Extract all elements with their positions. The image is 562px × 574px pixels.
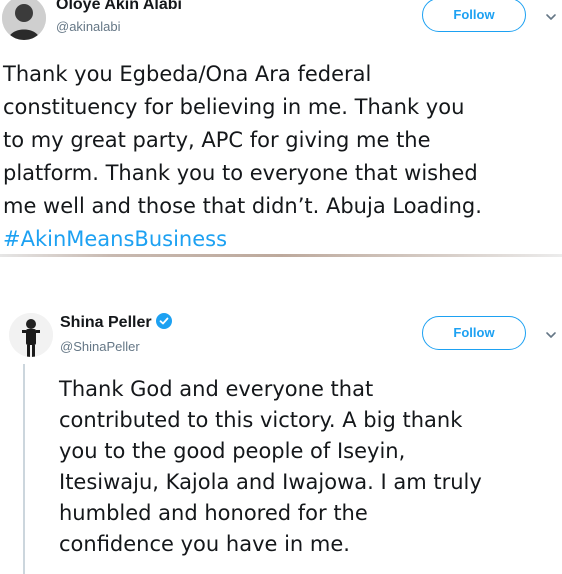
chevron-down-icon[interactable]: [544, 328, 558, 342]
chevron-down-icon[interactable]: [544, 10, 558, 24]
avatar-photo: [9, 313, 53, 357]
follow-button[interactable]: Follow: [422, 0, 526, 32]
thread-line: [23, 364, 25, 574]
avatar[interactable]: [9, 313, 53, 357]
hashtag-link[interactable]: #AkinMeansBusiness: [3, 223, 482, 256]
tweet-text-line: platform. Thank you to everyone that wis…: [3, 161, 478, 185]
tweet-text-line: me well and those that didn’t. Abuja Loa…: [3, 194, 482, 218]
tweet-text: Thank you Egbeda/Ona Ara federal constit…: [3, 58, 482, 256]
follow-button[interactable]: Follow: [422, 316, 526, 350]
tweet-text-line: you to the good people of Iseyin,: [59, 439, 406, 463]
user-handle[interactable]: @akinalabi: [56, 19, 121, 34]
tweet-card-2: Shina Peller @ShinaPeller Follow Thank G…: [0, 260, 562, 574]
tweet-text-line: Thank you Egbeda/Ona Ara federal: [3, 62, 372, 86]
tweet-text-line: to my great party, APC for giving me the: [3, 128, 431, 152]
display-name[interactable]: Oloye Akin Alabi: [56, 0, 182, 14]
tweet-text-line: confidence you have in me.: [59, 532, 350, 556]
divider: [0, 254, 562, 257]
tweet-text-line: contributed to this victory. A big thank: [59, 408, 463, 432]
tweet-text-line: Itesiwaju, Kajola and Iwajowa. I am trul…: [59, 470, 482, 494]
display-name-text: Shina Peller: [60, 314, 152, 331]
avatar[interactable]: [2, 0, 46, 40]
avatar-photo: [2, 0, 46, 40]
tweet-text: Thank God and everyone that contributed …: [59, 374, 482, 560]
tweet-text-line: Thank God and everyone that: [59, 377, 374, 401]
user-handle[interactable]: @ShinaPeller: [60, 339, 140, 354]
tweet-text-line: constituency for believing in me. Thank …: [3, 95, 465, 119]
tweet-card-1: Oloye Akin Alabi @akinalabi Follow Thank…: [0, 0, 562, 256]
display-name[interactable]: Shina Peller: [60, 313, 172, 332]
tweet-text-line: humbled and honored for the: [59, 501, 368, 525]
verified-badge-icon: [155, 313, 172, 329]
